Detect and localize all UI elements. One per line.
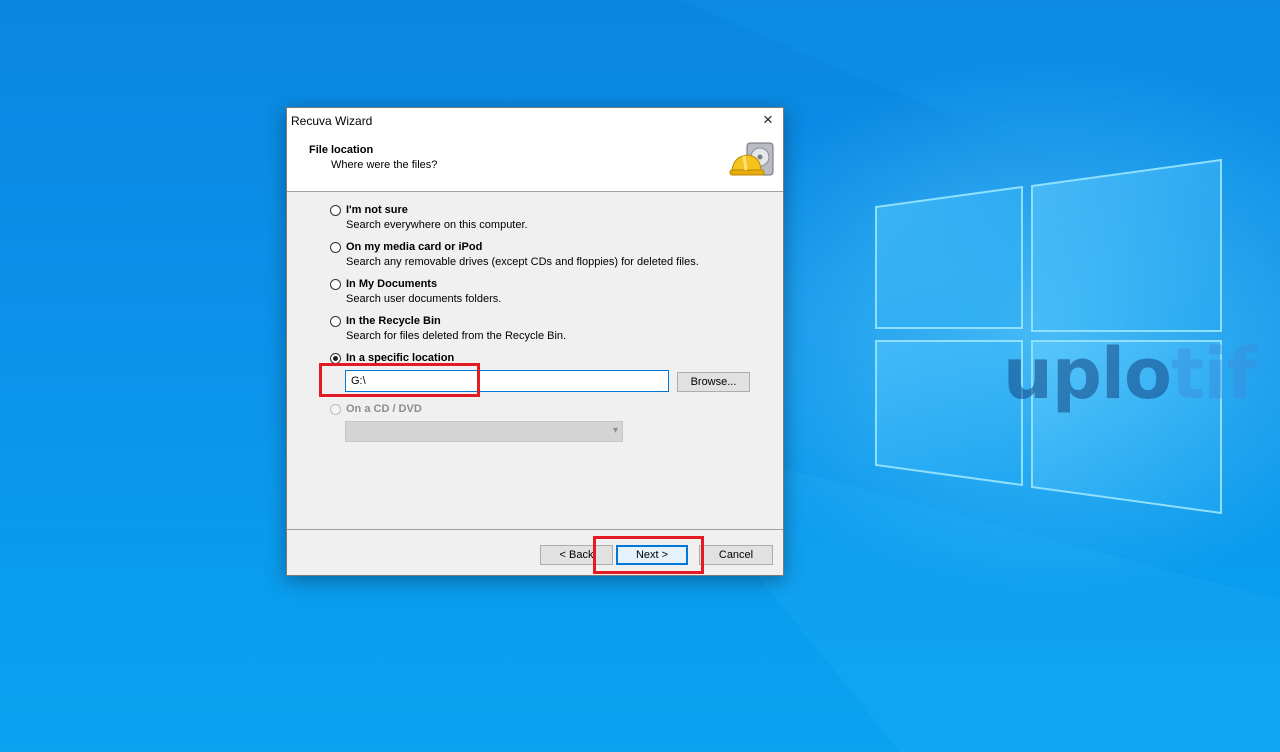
option-label[interactable]: On my media card or iPod (346, 241, 482, 253)
option-label: On a CD / DVD (346, 403, 422, 415)
radio-cd-dvd (330, 404, 341, 415)
radio-recycle-bin[interactable] (330, 316, 341, 327)
close-icon[interactable]: × (759, 111, 777, 129)
cd-drive-select: ▾ (345, 421, 623, 442)
footer-divider (287, 529, 783, 530)
option-description: Search any removable drives (except CDs … (346, 256, 699, 268)
radio-not-sure[interactable] (330, 205, 341, 216)
recuva-hardhat-drive-icon (729, 142, 774, 176)
window-title: Recuva Wizard (291, 114, 373, 128)
option-label[interactable]: In the Recycle Bin (346, 315, 441, 327)
option-description: Search for files deleted from the Recycl… (346, 330, 567, 342)
option-label[interactable]: In My Documents (346, 278, 437, 290)
option-description: Search everywhere on this computer. (346, 219, 528, 231)
page-subtitle: Where were the files? (331, 159, 438, 171)
page-title: File location (309, 144, 374, 156)
watermark-logo: uplotif (1003, 333, 1257, 415)
cancel-button[interactable]: Cancel (699, 545, 773, 565)
option-label[interactable]: I'm not sure (346, 204, 408, 216)
highlight-box-next (593, 536, 704, 574)
option-description: Search user documents folders. (346, 293, 502, 305)
browse-button[interactable]: Browse... (677, 372, 750, 392)
radio-media-card[interactable] (330, 242, 341, 253)
wizard-header: File location Where were the files? (287, 133, 783, 192)
title-bar: Recuva Wizard × (287, 108, 783, 133)
highlight-box-location (319, 363, 480, 397)
chevron-down-icon: ▾ (612, 425, 618, 436)
radio-my-documents[interactable] (330, 279, 341, 290)
recuva-wizard-dialog: Recuva Wizard × File location Where were… (286, 107, 784, 576)
